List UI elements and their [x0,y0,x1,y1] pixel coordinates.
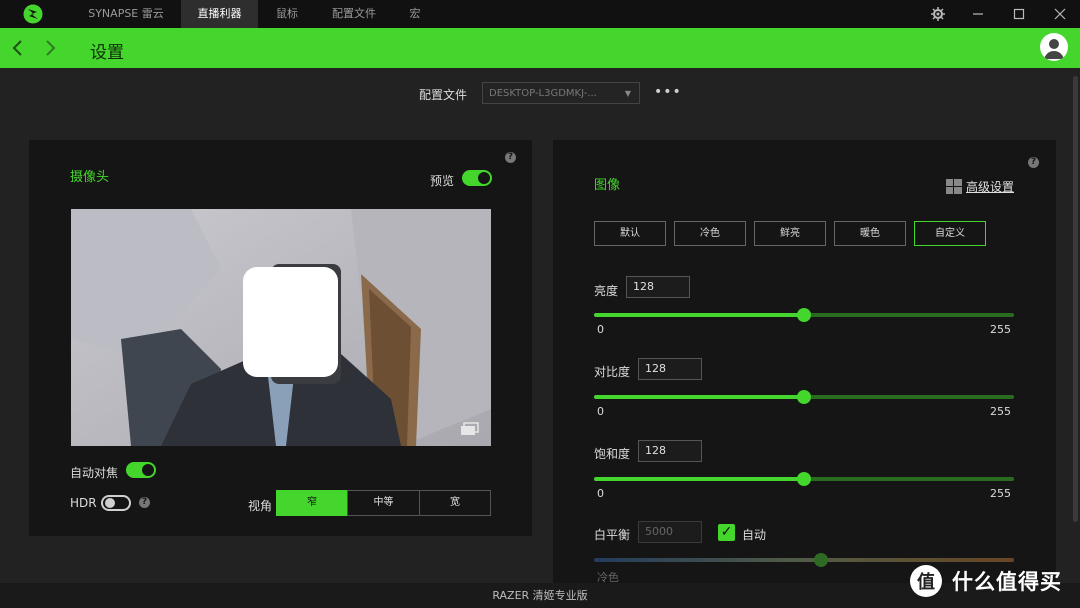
image-title: 图像 [594,178,621,193]
saturation-input[interactable]: 128 [638,440,702,462]
contrast-input[interactable]: 128 [638,358,702,380]
auto-white-balance-label: 自动 [742,528,767,542]
profile-dropdown[interactable]: DESKTOP-L3GDMKJ-... ▼ [482,82,640,104]
preview-toggle[interactable] [462,170,492,186]
tab-streaming[interactable]: 直播利器 [181,0,258,28]
svg-text:值: 值 [917,571,935,593]
autofocus-label: 自动对焦 [70,466,119,480]
more-options-icon[interactable]: ••• [654,84,682,100]
profile-label: 配置文件 [419,88,468,102]
white-balance-label: 白平衡 [594,528,631,542]
hdr-help-icon[interactable]: ? [139,497,150,508]
fov-wide-button[interactable]: 宽 [419,490,491,516]
autofocus-toggle[interactable] [126,462,156,478]
preset-cool-button[interactable]: 冷色 [674,221,746,246]
advanced-settings-label: 高级设置 [966,180,1015,194]
advanced-settings-link[interactable]: 高级设置 [946,178,1014,195]
white-balance-slider[interactable] [594,558,1014,562]
brightness-min: 0 [597,323,604,336]
smzdm-logo-icon: 值 [910,565,942,597]
saturation-slider-thumb[interactable] [797,472,811,486]
scrollbar[interactable] [1073,76,1078,522]
brightness-slider-thumb[interactable] [797,308,811,322]
fov-narrow-button[interactable]: 窄 [276,490,348,516]
contrast-max: 255 [990,405,1011,418]
minimize-icon[interactable] [958,0,998,28]
white-balance-input[interactable]: 5000 [638,521,702,543]
brightness-input[interactable]: 128 [626,276,690,298]
contrast-label: 对比度 [594,365,631,379]
help-icon[interactable]: ? [505,152,516,163]
contrast-slider-thumb[interactable] [797,390,811,404]
chevron-down-icon: ▼ [624,89,631,98]
image-panel [553,140,1056,583]
face-mask [243,267,338,377]
razer-logo-icon[interactable] [22,4,44,24]
gear-icon[interactable] [918,0,958,28]
preset-custom-button[interactable]: 自定义 [914,221,986,246]
auto-white-balance-checkbox[interactable]: ✓ [718,524,735,541]
profile-dropdown-value: DESKTOP-L3GDMKJ-... [489,88,597,99]
brightness-max: 255 [990,323,1011,336]
watermark-text: 什么值得买 [952,570,1062,594]
tab-macro[interactable]: 宏 [400,0,430,28]
header-bar [0,28,1080,68]
saturation-min: 0 [597,487,604,500]
close-icon[interactable] [1040,0,1080,28]
contrast-min: 0 [597,405,604,418]
forward-icon[interactable] [42,38,62,58]
maximize-icon[interactable] [999,0,1039,28]
fov-medium-button[interactable]: 中等 [347,490,420,516]
image-help-icon[interactable]: ? [1028,157,1039,168]
fov-label: 视角 [248,499,273,513]
windows-icon [946,179,962,194]
brightness-label: 亮度 [594,284,619,298]
camera-title: 摄像头 [70,170,110,185]
tab-synapse[interactable]: SYNAPSE 雷云 [76,0,176,28]
back-icon[interactable] [10,38,30,58]
saturation-label: 饱和度 [594,447,631,461]
white-balance-slider-thumb[interactable] [813,553,828,567]
avatar[interactable] [1040,33,1068,61]
hdr-label: HDR [70,496,97,510]
footer-text: RAZER 清姬专业版 [492,589,588,602]
tab-profiles[interactable]: 配置文件 [322,0,386,28]
page-title: 设置 [90,43,124,63]
preset-warm-button[interactable]: 暖色 [834,221,906,246]
tab-mouse[interactable]: 鼠标 [262,0,312,28]
saturation-max: 255 [990,487,1011,500]
preview-label: 预览 [430,174,455,188]
preset-default-button[interactable]: 默认 [594,221,666,246]
preset-vivid-button[interactable]: 鲜亮 [754,221,826,246]
camera-preview [71,209,491,446]
hdr-toggle[interactable] [101,495,131,511]
